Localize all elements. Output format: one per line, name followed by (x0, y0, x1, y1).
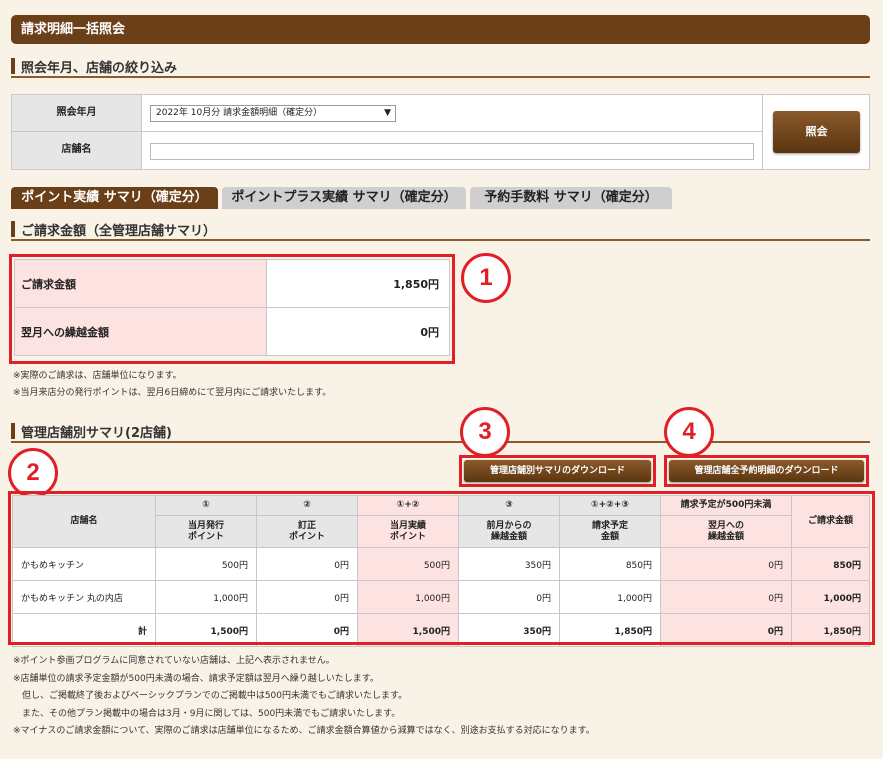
store-note-5: ※マイナスのご請求金額について、実際のご請求は店舗単位になるため、ご請求金額合算… (13, 726, 595, 736)
store-section-heading: 管理店舗別サマリ(2店舗) (11, 421, 870, 443)
page-title: 請求明細一括照会 (11, 15, 870, 44)
store-note-2: ※店舗単位の請求予定金額が500円未満の場合、請求予定額は翌月へ繰り越しいたしま… (13, 674, 379, 684)
tab-point-summary[interactable]: ポイント実績 サマリ（確定分） (11, 187, 218, 209)
filter-section-heading: 照会年月、店舗の絞り込み (11, 56, 870, 78)
annotation-circle-4: 4 (664, 407, 714, 457)
billing-heading-text: ご請求金額（全管理店舗サマリ） (21, 224, 217, 239)
filter-form: 照会年月 2022年 10月分 請求金額明細（確定分） ▼ 店舗名 照会 (11, 94, 870, 170)
store-row: 店舗名 (12, 132, 762, 169)
annotation-circle-1: 1 (461, 253, 511, 303)
heading-bar (11, 423, 15, 439)
chevron-down-icon: ▼ (384, 108, 391, 118)
store-name-input[interactable] (150, 143, 754, 160)
month-select-value: 2022年 10月分 請求金額明細（確定分） (156, 108, 323, 118)
month-label: 照会年月 (12, 95, 142, 131)
highlight-box-1 (9, 254, 455, 364)
download-store-summary-button[interactable]: 管理店舗別サマリのダウンロード (464, 460, 651, 482)
store-note-4: また、その他プラン掲載中の場合は3月・9月に関しては、500円未満でもご請求いた… (13, 709, 401, 719)
billing-section-heading: ご請求金額（全管理店舗サマリ） (11, 219, 870, 241)
store-note-3: 但し、ご掲載終了後およびベーシックプランでのご掲載中は500円未満でもご請求いた… (13, 691, 408, 701)
filter-heading-text: 照会年月、店舗の絞り込み (21, 61, 178, 76)
month-select[interactable]: 2022年 10月分 請求金額明細（確定分） ▼ (150, 105, 396, 122)
search-button[interactable]: 照会 (773, 111, 860, 153)
search-button-area: 照会 (762, 95, 869, 169)
heading-bar (11, 58, 15, 74)
annotation-circle-3: 3 (460, 407, 510, 457)
billing-note-2: ※当月来店分の発行ポイントは、翌月6日締めにて翌月内にご請求いたします。 (13, 388, 332, 398)
billing-note-1: ※実際のご請求は、店舗単位になります。 (13, 371, 182, 381)
store-label: 店舗名 (12, 132, 142, 169)
download-reservation-detail-button[interactable]: 管理店舗全予約明細のダウンロード (669, 460, 864, 482)
tab-pointplus-summary[interactable]: ポイントプラス実績 サマリ（確定分） (222, 187, 466, 209)
highlight-box-2 (8, 491, 875, 645)
store-note-1: ※ポイント参画プログラムに同意されていない店舗は、上記へ表示されません。 (13, 656, 335, 666)
heading-bar (11, 221, 15, 237)
tab-reservation-fee-summary[interactable]: 予約手数料 サマリ（確定分） (470, 187, 672, 209)
store-heading-text: 管理店舗別サマリ(2店舗) (21, 426, 172, 441)
month-row: 照会年月 2022年 10月分 請求金額明細（確定分） ▼ (12, 95, 762, 132)
